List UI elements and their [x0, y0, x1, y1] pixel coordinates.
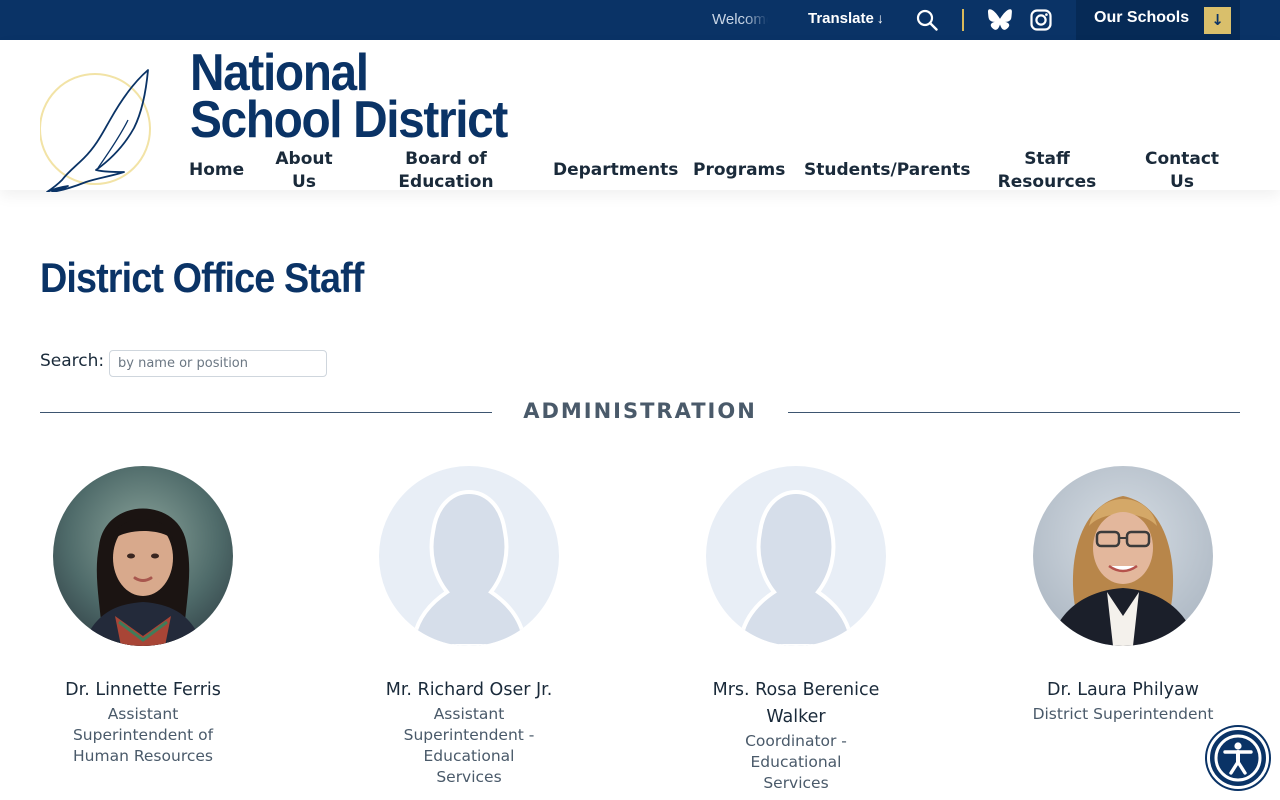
our-schools-button[interactable]: Our Schools ↓	[1076, 0, 1240, 40]
staff-name: Mrs. Rosa Berenice Walker	[712, 680, 880, 727]
bluesky-icon[interactable]	[988, 9, 1012, 31]
nav-students-parents[interactable]: Students/Parents	[804, 159, 970, 182]
arrow-down-icon: ↓	[1204, 7, 1231, 34]
our-schools-label: Our Schools	[1094, 9, 1190, 26]
nav-about-us[interactable]: About Us	[266, 148, 342, 194]
site-header: National School District Home About Us B…	[0, 40, 1280, 192]
translate-label: Translate	[808, 10, 874, 27]
utility-bar: Welcome Translate↓ Our Schools ↓	[0, 0, 1280, 40]
staff-photo	[53, 466, 233, 646]
topbar-divider	[962, 9, 964, 31]
accessibility-button[interactable]	[1207, 727, 1269, 789]
placeholder-avatar-icon	[379, 466, 559, 646]
nav-home[interactable]: Home	[189, 159, 244, 182]
staff-name: Mr. Richard Oser Jr.	[385, 680, 553, 700]
district-brand-name[interactable]: National School District	[190, 44, 508, 149]
staff-role: Assistant Superintendent of Human Resour…	[72, 705, 214, 765]
arrow-down-icon: ↓	[876, 10, 884, 26]
accessibility-icon	[1214, 734, 1262, 782]
nav-contact-us[interactable]: Contact Us	[1142, 148, 1222, 194]
translate-button[interactable]: Translate ↓	[808, 10, 884, 27]
section-divider-right	[788, 412, 1240, 413]
staff-name: Dr. Laura Philyaw	[1047, 680, 1199, 700]
search-icon[interactable]	[916, 9, 938, 31]
section-heading: ADMINISTRATION	[523, 399, 757, 423]
brand-line-2: School District	[190, 91, 508, 149]
brand-line-1: National	[190, 44, 369, 102]
welcome-marquee: Welcome	[712, 11, 768, 28]
staff-photo	[1033, 466, 1213, 646]
seagull-logo-icon[interactable]	[40, 68, 155, 192]
staff-search-input[interactable]	[109, 350, 327, 377]
search-label: Search:	[40, 351, 105, 371]
instagram-icon[interactable]	[1030, 9, 1052, 31]
page-title: District Office Staff	[40, 254, 364, 301]
staff-name: Dr. Linnette Ferris	[65, 680, 221, 700]
nav-staff-resources[interactable]: Staff Resources	[996, 148, 1098, 194]
section-divider-left	[40, 412, 492, 413]
nav-programs[interactable]: Programs	[693, 159, 785, 182]
nav-board-of-education[interactable]: Board of Education	[396, 148, 496, 194]
staff-role: Assistant Superintendent - Educational S…	[403, 705, 535, 786]
staff-role: District Superintendent	[1032, 705, 1214, 723]
placeholder-avatar-icon	[706, 466, 886, 646]
staff-role: Coordinator - Educational Services	[745, 732, 847, 792]
nav-departments[interactable]: Departments	[553, 159, 678, 182]
